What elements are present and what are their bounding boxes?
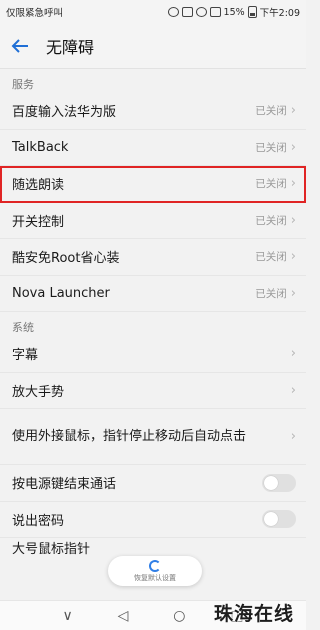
status-icons: 15% 下午2:09 (167, 5, 300, 19)
service-item-label: TalkBack (12, 139, 69, 155)
system-item-power-ends-call[interactable]: 按电源键结束通话 (0, 465, 306, 502)
collapse-down-icon[interactable]: ∨ (62, 608, 72, 624)
wifi-icon (195, 7, 207, 17)
speak-passwords-toggle[interactable] (262, 510, 296, 529)
chevron-right-icon: › (290, 103, 296, 119)
nav-back-icon[interactable]: ◁ (118, 608, 129, 624)
page-title: 无障碍 (46, 38, 95, 57)
system-item-label: 字幕 (12, 348, 39, 364)
vibrate-icon (181, 7, 193, 17)
service-item-state: 已关闭 (255, 214, 287, 227)
section-label-system: 系统 (12, 321, 34, 334)
chevron-right-icon: › (290, 249, 296, 265)
service-item-coolapk[interactable]: 酷安免Root省心装 已关闭 › (0, 239, 306, 276)
chevron-right-icon: › (290, 285, 296, 301)
chevron-right-icon: › (290, 382, 296, 398)
service-item-switch-access[interactable]: 开关控制 已关闭 › (0, 203, 306, 239)
system-item-label: 按电源键结束通话 (12, 477, 117, 493)
chevron-right-icon: › (290, 176, 296, 192)
refresh-icon (149, 559, 161, 572)
service-item-state: 已关闭 (255, 251, 287, 264)
battery-percent: 15% (223, 6, 245, 18)
service-item-label: 酷安免Root省心装 (12, 251, 120, 267)
service-item-label: 开关控制 (12, 214, 65, 230)
system-item-label: 说出密码 (12, 513, 65, 529)
service-item-state: 已关闭 (255, 178, 287, 191)
alarm-icon (167, 7, 179, 17)
service-item-nova-launcher[interactable]: Nova Launcher 已关闭 › (0, 276, 306, 312)
service-item-state: 已关闭 (255, 105, 287, 118)
chevron-right-icon: › (290, 346, 296, 362)
back-arrow-icon[interactable] (10, 35, 32, 57)
restore-defaults-label: 恢复默认设置 (134, 573, 176, 582)
chevron-right-icon: › (290, 212, 296, 228)
nav-home-icon[interactable]: ○ (173, 608, 185, 624)
sim-icon (209, 7, 221, 17)
chevron-right-icon: › (290, 139, 296, 155)
status-bar: 仅限紧急呼叫 15% 下午2:09 (0, 0, 306, 24)
watermark-text: 珠海在线 (213, 603, 294, 625)
status-carrier-text: 仅限紧急呼叫 (6, 8, 64, 19)
service-item-state: 已关闭 (255, 287, 287, 300)
system-item-auto-click[interactable]: 使用外接鼠标，指针停止移动后自动点击 › (0, 409, 306, 465)
power-ends-call-toggle[interactable] (262, 473, 296, 492)
service-item-label: 随选朗读 (12, 178, 65, 194)
system-item-label: 大号鼠标指针 (12, 542, 91, 557)
chevron-right-icon: › (290, 429, 296, 444)
service-item-select-to-speak[interactable]: 随选朗读 已关闭 › (0, 166, 306, 203)
system-item-label: 使用外接鼠标，指针停止移动后自动点击 (12, 429, 247, 444)
section-label-services: 服务 (12, 78, 34, 91)
service-item-label: Nova Launcher (12, 285, 110, 301)
system-item-magnification[interactable]: 放大手势 › (0, 373, 306, 409)
battery-icon (247, 6, 257, 18)
system-item-label: 放大手势 (12, 384, 65, 400)
system-item-speak-passwords[interactable]: 说出密码 (0, 502, 306, 538)
service-item-state: 已关闭 (255, 141, 287, 154)
service-item-label: 百度输入法华为版 (12, 105, 117, 121)
app-header: 无障碍 (0, 24, 306, 68)
system-item-captions[interactable]: 字幕 › (0, 336, 306, 373)
restore-defaults-button[interactable]: 恢复默认设置 (108, 556, 202, 586)
status-time: 下午2:09 (259, 8, 300, 19)
service-item-baidu-input[interactable]: 百度输入法华为版 已关闭 › (0, 93, 306, 130)
service-item-talkback[interactable]: TalkBack 已关闭 › (0, 130, 306, 166)
